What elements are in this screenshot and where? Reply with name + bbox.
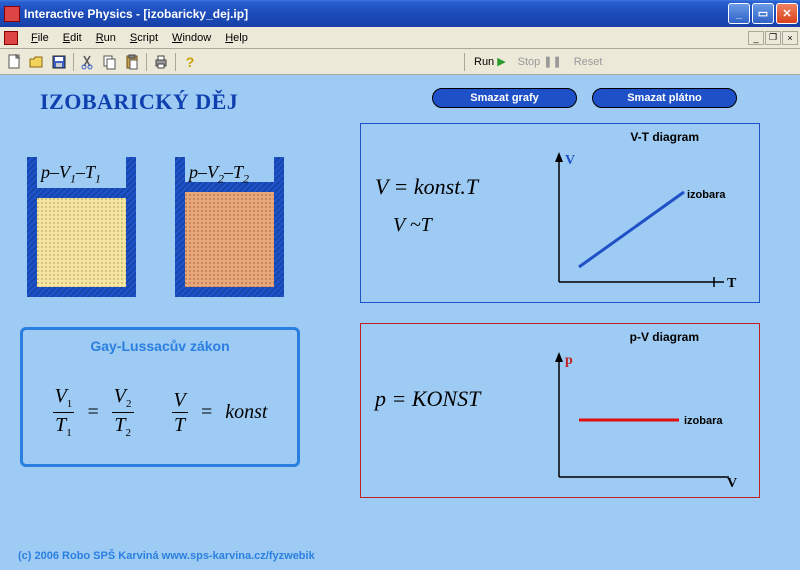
menu-script[interactable]: Script [123, 30, 165, 46]
vt-y-axis-label: V [565, 153, 575, 168]
pause-icon: ❚❚ [543, 55, 561, 68]
law-box: Gay-Lussacův zákon V1T1 = V2T2 VT = kons… [20, 327, 300, 467]
pv-title: p-V diagram [630, 330, 699, 344]
menu-file[interactable]: File [24, 30, 56, 46]
mdi-system-icon[interactable] [4, 31, 18, 45]
pv-formula-1: p = KONST [375, 386, 480, 412]
cylinder-2-label: p–V2–T2 [189, 162, 249, 187]
menu-bar: File Edit Run Script Window Help _ ❐ × [0, 27, 800, 49]
maximize-button[interactable]: ▭ [752, 3, 774, 24]
app-icon [4, 6, 20, 22]
clear-graphs-button[interactable]: Smazat grafy [432, 88, 577, 108]
vt-title: V-T diagram [630, 130, 699, 144]
run-button[interactable]: Run▶ [468, 53, 512, 70]
cylinder-1-label: p–V1–T1 [41, 162, 101, 187]
vt-formula: V = konst.T V ~T [375, 174, 478, 237]
new-file-icon[interactable] [5, 52, 25, 72]
close-button[interactable]: ✕ [776, 3, 798, 24]
law-equation: V1T1 = V2T2 VT = konst [23, 386, 297, 439]
toolbar-separator [146, 53, 147, 71]
pv-x-axis-label: V [727, 476, 737, 491]
menu-help[interactable]: Help [218, 30, 255, 46]
open-file-icon[interactable] [27, 52, 47, 72]
reset-label: Reset [574, 56, 603, 68]
vt-formula-2: V ~T [393, 214, 478, 237]
stop-label: Stop [518, 56, 541, 68]
toolbar: ? Run▶ Stop❚❚ Reset [0, 49, 800, 75]
reset-button[interactable]: Reset [568, 54, 609, 70]
save-file-icon[interactable] [49, 52, 69, 72]
konst-text: konst [225, 401, 267, 424]
pv-diagram-panel: p-V diagram p = KONST p V izobara [360, 323, 760, 498]
help-icon[interactable]: ? [180, 52, 200, 72]
mdi-close-button[interactable]: × [782, 31, 798, 45]
pv-series-label: izobara [684, 415, 723, 427]
mdi-controls: _ ❐ × [748, 31, 798, 45]
menu-window[interactable]: Window [165, 30, 218, 46]
run-label: Run [474, 56, 494, 68]
clear-canvas-button[interactable]: Smazat plátno [592, 88, 737, 108]
minimize-button[interactable]: _ [728, 3, 750, 24]
page-title: IZOBARICKÝ DĚJ [40, 89, 238, 115]
cylinder-2: p–V2–T2 [172, 157, 287, 300]
vt-graph: V T izobara [539, 152, 739, 297]
pv-y-axis-label: p [565, 353, 573, 368]
print-icon[interactable] [151, 52, 171, 72]
paste-icon[interactable] [122, 52, 142, 72]
stop-button[interactable]: Stop❚❚ [512, 53, 568, 70]
pv-graph: p V izobara [539, 352, 739, 492]
toolbar-separator [73, 53, 74, 71]
toolbar-separator [175, 53, 176, 71]
window-titlebar: Interactive Physics - [izobaricky_dej.ip… [0, 0, 800, 27]
vt-formula-1: V = konst.T [375, 174, 478, 200]
pv-formula: p = KONST [375, 386, 480, 412]
footer-credit: (c) 2006 Robo SPŠ Karviná www.sps-karvin… [18, 550, 315, 562]
mdi-minimize-button[interactable]: _ [748, 31, 764, 45]
vt-x-axis-label: T [727, 276, 737, 291]
mdi-restore-button[interactable]: ❐ [765, 31, 781, 45]
play-icon: ▶ [497, 55, 505, 68]
menu-run[interactable]: Run [89, 30, 123, 46]
vt-diagram-panel: V-T diagram V = konst.T V ~T V T izobara [360, 123, 760, 303]
toolbar-separator [464, 53, 465, 71]
cut-icon[interactable] [78, 52, 98, 72]
vt-series-label: izobara [687, 189, 726, 201]
simulation-canvas: IZOBARICKÝ DĚJ Smazat grafy Smazat plátn… [0, 75, 800, 570]
menu-edit[interactable]: Edit [56, 30, 89, 46]
copy-icon[interactable] [100, 52, 120, 72]
window-title: Interactive Physics - [izobaricky_dej.ip… [24, 7, 728, 21]
law-title: Gay-Lussacův zákon [23, 338, 297, 354]
window-controls: _ ▭ ✕ [728, 3, 798, 24]
cylinder-1: p–V1–T1 [24, 157, 139, 300]
